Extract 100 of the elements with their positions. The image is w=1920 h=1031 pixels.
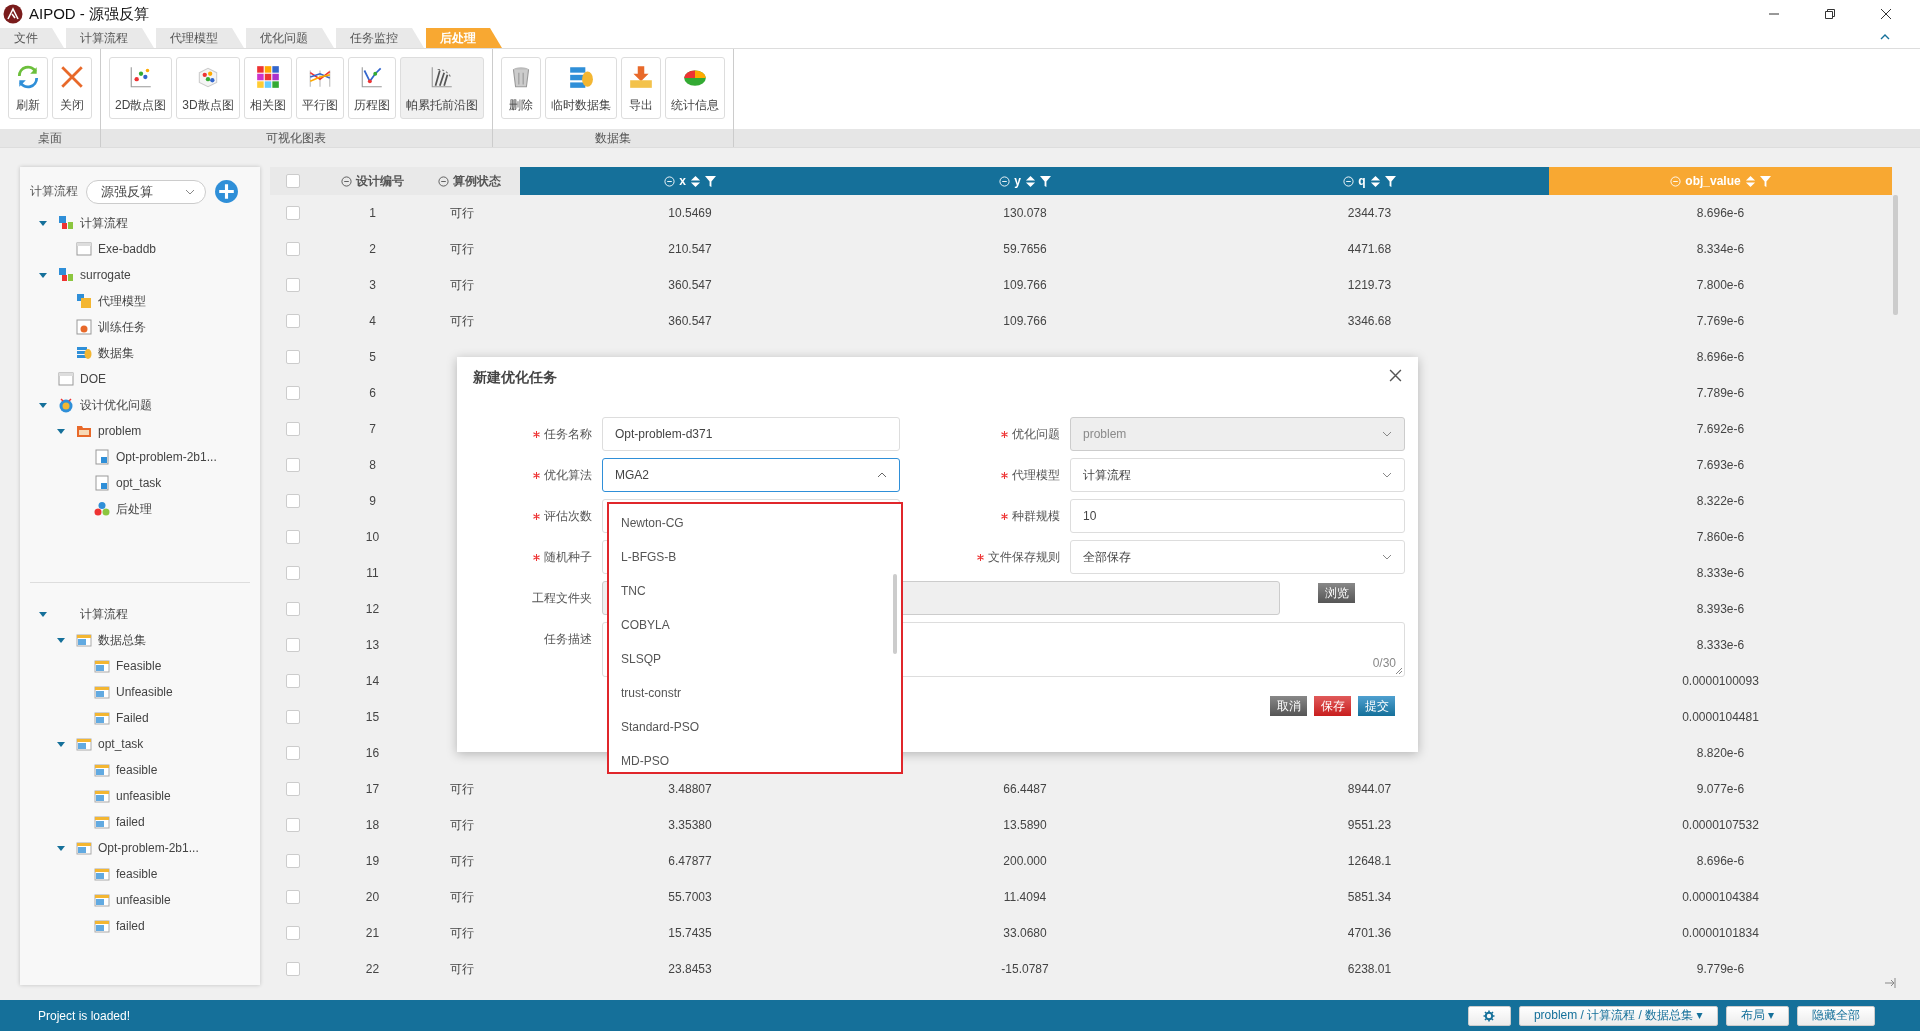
- row-checkbox[interactable]: [285, 242, 300, 256]
- ribbon-button[interactable]: 2D散点图: [109, 57, 173, 119]
- add-icon[interactable]: [214, 179, 239, 204]
- tree-item[interactable]: Opt-problem-2b1...: [116, 450, 217, 464]
- flow-select[interactable]: 源强反算: [86, 179, 206, 204]
- tree-item[interactable]: opt_task: [116, 476, 162, 490]
- dialog-button[interactable]: 取消: [1270, 696, 1307, 716]
- row-checkbox[interactable]: [285, 494, 300, 508]
- tree-item[interactable]: unfeasible: [116, 893, 171, 907]
- text-field[interactable]: Opt-problem-d371: [602, 417, 900, 451]
- text-field[interactable]: 10: [1070, 499, 1405, 533]
- ribbon-button[interactable]: 相关图: [243, 57, 292, 119]
- menu-tab[interactable]: 代理模型: [156, 28, 244, 48]
- resize-grip-icon[interactable]: [1395, 667, 1403, 675]
- dialog-button[interactable]: 提交: [1358, 696, 1395, 716]
- column-header[interactable]: x: [520, 167, 860, 195]
- row-checkbox[interactable]: [285, 746, 300, 760]
- tree-item[interactable]: DOE: [80, 372, 106, 386]
- menu-tab[interactable]: 文件: [0, 28, 64, 48]
- row-checkbox[interactable]: [285, 206, 300, 220]
- tree-item[interactable]: 计算流程: [80, 214, 128, 232]
- ribbon-button[interactable]: 3D散点图: [176, 57, 240, 119]
- tree-item[interactable]: 数据总集: [98, 631, 146, 649]
- row-checkbox[interactable]: [285, 818, 300, 832]
- tree-item[interactable]: 训练任务: [98, 318, 146, 336]
- row-checkbox[interactable]: [285, 566, 300, 580]
- close-icon[interactable]: [1389, 369, 1402, 382]
- row-checkbox[interactable]: [285, 962, 300, 976]
- select-all-checkbox[interactable]: [285, 174, 300, 188]
- ribbon-button[interactable]: 删除: [500, 57, 541, 119]
- row-checkbox[interactable]: [285, 386, 300, 400]
- tree-item[interactable]: failed: [116, 919, 145, 933]
- row-checkbox[interactable]: [285, 710, 300, 724]
- column-header[interactable]: 设计编号: [315, 167, 430, 195]
- ribbon-button[interactable]: 帕累托前沿图: [399, 57, 484, 119]
- dialog-button[interactable]: 保存: [1314, 696, 1351, 716]
- tree-item[interactable]: 计算流程: [80, 605, 128, 623]
- expand-arrow-icon[interactable]: [57, 636, 65, 644]
- tree-item[interactable]: unfeasible: [116, 789, 171, 803]
- status-button[interactable]: 布局 ▾: [1725, 1005, 1789, 1026]
- expand-arrow-icon[interactable]: [39, 219, 47, 227]
- expand-arrow-icon[interactable]: [39, 271, 47, 279]
- expand-arrow-icon[interactable]: [39, 610, 47, 618]
- dropdown-option[interactable]: MD-PSO: [609, 744, 901, 778]
- dropdown-option[interactable]: Newton-CG: [609, 506, 901, 540]
- tree-item[interactable]: Failed: [116, 711, 149, 725]
- restore-icon[interactable]: [1824, 8, 1836, 20]
- row-checkbox[interactable]: [285, 674, 300, 688]
- column-header[interactable]: q: [1190, 167, 1549, 195]
- row-checkbox[interactable]: [285, 350, 300, 364]
- dropdown-option[interactable]: trust-constr: [609, 676, 901, 710]
- row-checkbox[interactable]: [285, 638, 300, 652]
- expand-arrow-icon[interactable]: [57, 427, 65, 435]
- ribbon-button[interactable]: 临时数据集: [544, 57, 617, 119]
- ribbon-button[interactable]: 平行图: [295, 57, 344, 119]
- dropdown-option[interactable]: L-BFGS-B: [609, 540, 901, 574]
- tree-item[interactable]: 代理模型: [98, 292, 146, 310]
- tree-item[interactable]: feasible: [116, 763, 158, 777]
- row-checkbox[interactable]: [285, 890, 300, 904]
- row-checkbox[interactable]: [285, 530, 300, 544]
- tree-item[interactable]: 设计优化问题: [80, 396, 152, 414]
- tree-item[interactable]: opt_task: [98, 737, 144, 751]
- ribbon-button[interactable]: 历程图: [347, 57, 396, 119]
- scrollbar-thumb[interactable]: [893, 574, 897, 654]
- status-button[interactable]: 隐藏全部: [1797, 1005, 1875, 1026]
- row-checkbox[interactable]: [285, 458, 300, 472]
- row-checkbox[interactable]: [285, 854, 300, 868]
- column-header[interactable]: 算例状态: [430, 167, 520, 195]
- dropdown-option[interactable]: Standard-PSO: [609, 710, 901, 744]
- select-field[interactable]: 计算流程: [1070, 458, 1405, 492]
- status-button[interactable]: problem / 计算流程 / 数据总集 ▾: [1518, 1005, 1718, 1026]
- column-header[interactable]: y: [860, 167, 1190, 195]
- tree-item[interactable]: Feasible: [116, 659, 162, 673]
- ribbon-button[interactable]: 导出: [620, 57, 661, 119]
- tree-item[interactable]: 数据集: [98, 344, 134, 362]
- tree-item[interactable]: Opt-problem-2b1...: [98, 841, 199, 855]
- tree-item[interactable]: feasible: [116, 867, 158, 881]
- row-checkbox[interactable]: [285, 278, 300, 292]
- collapse-panel-icon[interactable]: [1884, 978, 1896, 988]
- tree-item[interactable]: surrogate: [80, 268, 131, 282]
- dropdown-option[interactable]: SLSQP: [609, 642, 901, 676]
- row-checkbox[interactable]: [285, 602, 300, 616]
- dropdown-option[interactable]: TNC: [609, 574, 901, 608]
- tree-item[interactable]: 后处理: [116, 500, 152, 518]
- tree-item[interactable]: Exe-baddb: [98, 242, 157, 256]
- row-checkbox[interactable]: [285, 782, 300, 796]
- select-field[interactable]: 全部保存: [1070, 540, 1405, 574]
- ribbon-button[interactable]: 统计信息: [664, 57, 725, 119]
- row-checkbox[interactable]: [285, 422, 300, 436]
- tree-item[interactable]: failed: [116, 815, 145, 829]
- menu-tab[interactable]: 任务监控: [336, 28, 424, 48]
- ribbon-button[interactable]: 刷新: [8, 57, 48, 119]
- ribbon-button[interactable]: 关闭: [52, 57, 92, 119]
- collapse-ribbon-icon[interactable]: [1880, 34, 1890, 40]
- select-field[interactable]: MGA2: [602, 458, 900, 492]
- tree-item[interactable]: Unfeasible: [116, 685, 173, 699]
- expand-arrow-icon[interactable]: [57, 740, 65, 748]
- menu-tab[interactable]: 优化问题: [246, 28, 334, 48]
- menu-tab[interactable]: 计算流程: [66, 28, 154, 48]
- settings-button[interactable]: [1467, 1005, 1511, 1026]
